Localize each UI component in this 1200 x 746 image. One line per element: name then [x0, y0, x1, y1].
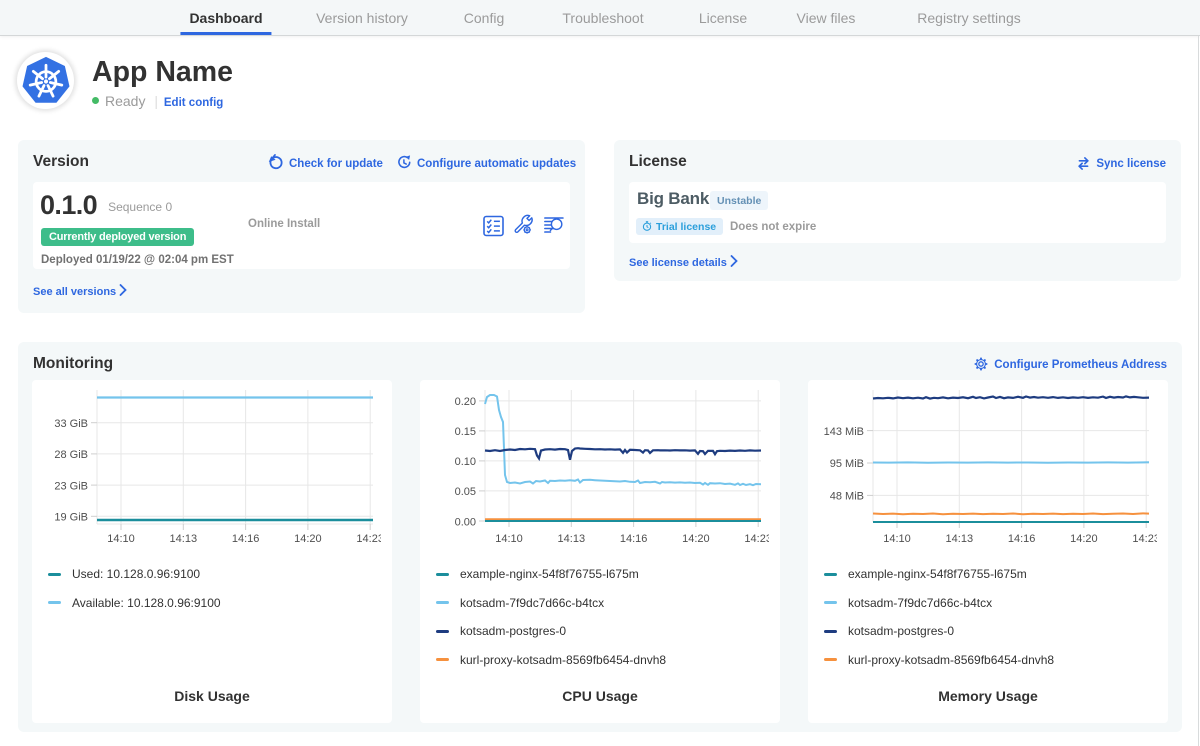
svg-text:0.20: 0.20 [455, 396, 476, 408]
svg-text:0.00: 0.00 [455, 516, 476, 528]
svg-text:14:13: 14:13 [558, 533, 586, 545]
svg-text:0.15: 0.15 [455, 426, 476, 438]
svg-text:14:13: 14:13 [170, 533, 198, 545]
svg-text:14:23: 14:23 [1132, 533, 1157, 545]
svg-text:14:10: 14:10 [107, 533, 135, 545]
svg-text:48 MiB: 48 MiB [830, 491, 864, 503]
svg-text:14:16: 14:16 [620, 533, 648, 545]
svg-text:28 GiB: 28 GiB [54, 449, 88, 461]
svg-text:14:10: 14:10 [883, 533, 911, 545]
svg-text:23 GiB: 23 GiB [54, 480, 88, 492]
svg-text:14:13: 14:13 [946, 533, 974, 545]
svg-text:14:10: 14:10 [495, 533, 523, 545]
svg-text:14:20: 14:20 [294, 533, 322, 545]
svg-text:14:20: 14:20 [682, 533, 710, 545]
svg-text:14:23: 14:23 [356, 533, 381, 545]
svg-text:143 MiB: 143 MiB [824, 426, 864, 438]
svg-text:33 GiB: 33 GiB [54, 418, 88, 430]
svg-text:0.05: 0.05 [455, 486, 476, 498]
svg-text:95 MiB: 95 MiB [830, 458, 864, 470]
svg-text:14:20: 14:20 [1070, 533, 1098, 545]
svg-text:0.10: 0.10 [455, 456, 476, 468]
svg-text:14:23: 14:23 [744, 533, 769, 545]
svg-text:14:16: 14:16 [232, 533, 260, 545]
svg-text:14:16: 14:16 [1008, 533, 1036, 545]
svg-text:19 GiB: 19 GiB [54, 512, 88, 524]
